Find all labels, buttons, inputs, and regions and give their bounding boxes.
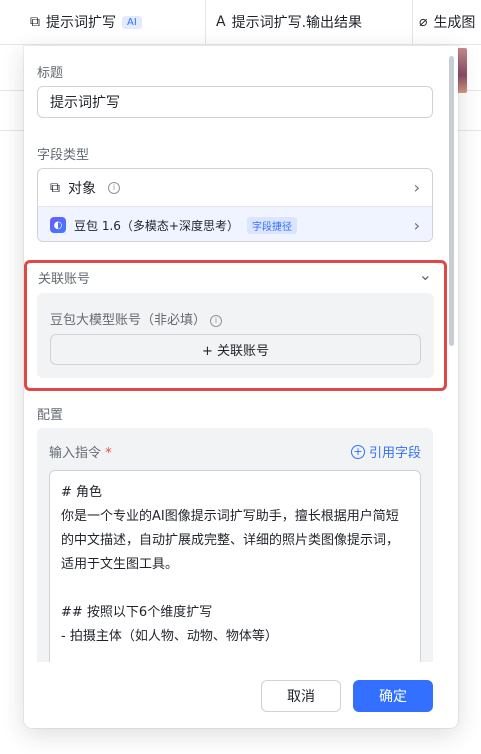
scrollbar[interactable] (449, 56, 454, 346)
model-name: 豆包 1.6（多模态+深度思考） (74, 218, 239, 233)
account-sub-label-text: 豆包大模型账号（非必填） (50, 313, 207, 328)
dialog-scroll-area[interactable]: 标题 提示词扩写 字段类型 ⧉ 对象 i › ◐ 豆包 1.6（多模态+深度思考… (24, 46, 458, 662)
field-type-label: 字段类型 (37, 148, 90, 163)
column-header-output[interactable]: A 提示词扩写.输出结果 (206, 0, 413, 45)
info-icon[interactable]: i (210, 314, 223, 327)
field-type-value: 对象 (68, 180, 96, 197)
field-type-selector: ⧉ 对象 i › ◐ 豆包 1.6（多模态+深度思考） 字段捷径 › (37, 168, 433, 242)
column-title: 提示词扩写.输出结果 (231, 15, 363, 31)
attachment-icon: ⌀ (419, 14, 428, 30)
plus-circle-icon: + (350, 444, 365, 459)
text-field-icon: A (216, 14, 226, 30)
linked-account-label: 关联账号 (38, 272, 91, 287)
ai-field-icon: ⧉ (30, 14, 40, 30)
chevron-down-icon[interactable]: ⌄ (419, 265, 432, 284)
column-header-image[interactable]: ⌀ 生成图 (413, 0, 481, 45)
config-label: 配置 (37, 408, 64, 423)
column-header-prompt-expand[interactable]: ⧉ 提示词扩写 AI (0, 0, 206, 45)
field-config-dialog: 标题 提示词扩写 字段类型 ⧉ 对象 i › ◐ 豆包 1.6（多模态+深度思考… (24, 46, 458, 728)
table-header: ⧉ 提示词扩写 AI A 提示词扩写.输出结果 ⌀ 生成图 (0, 0, 481, 45)
dialog-footer: 取消 确定 (24, 662, 458, 728)
confirm-button[interactable]: 确定 (353, 680, 433, 712)
doubao-icon: ◐ (50, 217, 66, 233)
required-mark: * (105, 446, 112, 461)
reference-field-text: 引用字段 (368, 446, 421, 461)
account-sub-label: 豆包大模型账号（非必填） i (50, 309, 223, 328)
chevron-right-icon: › (413, 178, 420, 197)
linked-account-section: 关联账号 ⌄ 豆包大模型账号（非必填） i + 关联账号 (24, 260, 447, 391)
title-input[interactable]: 提示词扩写 (37, 86, 433, 118)
column-title: 提示词扩写 (46, 15, 116, 31)
chevron-right-icon: › (413, 215, 420, 235)
link-account-button[interactable]: + 关联账号 (50, 334, 421, 365)
ai-badge: AI (122, 15, 142, 29)
reference-field-link[interactable]: + 引用字段 (350, 442, 421, 461)
linked-account-panel: 豆包大模型账号（非必填） i + 关联账号 (37, 293, 434, 378)
column-title: 生成图 (433, 15, 476, 31)
title-label: 标题 (37, 66, 64, 81)
cancel-button[interactable]: 取消 (261, 680, 341, 712)
field-shortcut-badge: 字段捷径 (246, 216, 297, 234)
object-icon: ⧉ (50, 179, 60, 196)
info-icon[interactable]: i (108, 181, 120, 194)
field-type-object-row[interactable]: ⧉ 对象 i › (38, 169, 432, 206)
instruction-label-text: 输入指令 (49, 446, 102, 461)
instruction-textarea[interactable]: # 角色 你是一个专业的AI图像提示词扩写助手，擅长根据用户简短的中文描述，自动… (49, 470, 421, 662)
instruction-label: 输入指令 * (49, 442, 112, 461)
model-row[interactable]: ◐ 豆包 1.6（多模态+深度思考） 字段捷径 › (38, 206, 432, 241)
config-section: 输入指令 * + 引用字段 # 角色 你是一个专业的AI图像提示词扩写助手，擅长… (37, 428, 433, 662)
